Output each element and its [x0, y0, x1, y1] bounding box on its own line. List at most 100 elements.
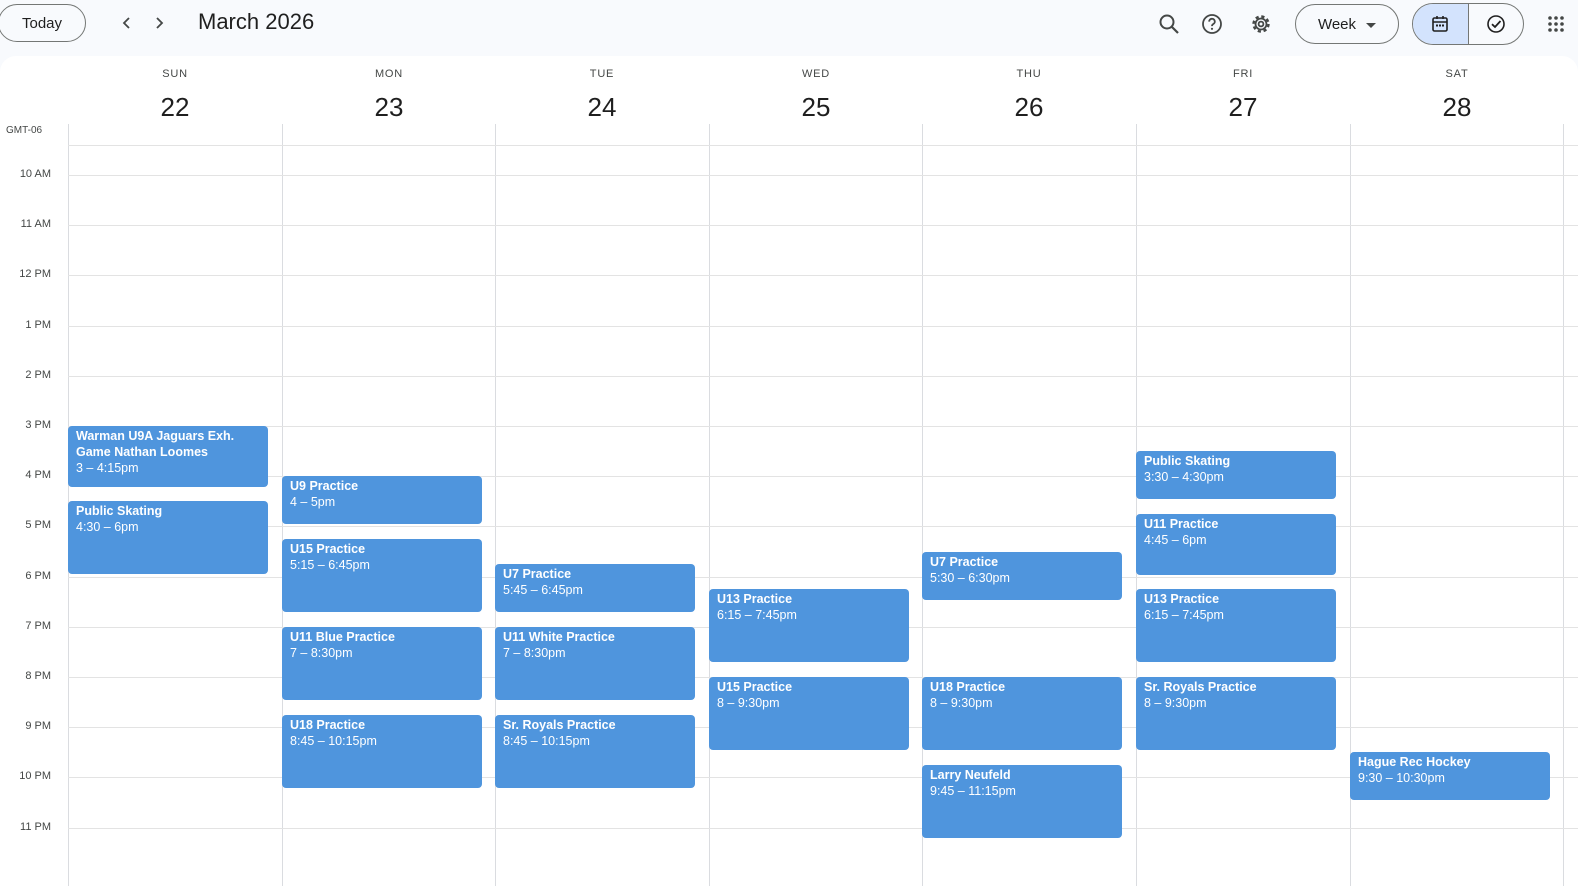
calendar-event[interactable]: U11 Blue Practice 7 – 8:30pm: [282, 627, 482, 700]
hour-label: 7 PM: [25, 620, 51, 632]
day-header[interactable]: SAT 28: [1350, 56, 1564, 136]
calendar-event[interactable]: U9 Practice 4 – 5pm: [282, 476, 482, 524]
day-header[interactable]: WED 25: [709, 56, 923, 136]
calendar-event[interactable]: U11 White Practice 7 – 8:30pm: [495, 627, 695, 700]
event-title: U13 Practice: [1144, 592, 1220, 606]
day-number[interactable]: 27: [1136, 92, 1350, 123]
event-time: 4 – 5pm: [290, 495, 336, 509]
event-time: 8:45 – 10:15pm: [290, 734, 377, 748]
event-time: 5:30 – 6:30pm: [930, 571, 1010, 585]
hour-gridline: [68, 275, 1578, 276]
event-title: U7 Practice: [503, 567, 572, 581]
event-time: 6:15 – 7:45pm: [1144, 608, 1224, 622]
event-title: U11 Blue Practice: [290, 630, 395, 644]
chevron-left-icon[interactable]: [112, 8, 142, 38]
view-label: Week: [1317, 15, 1357, 33]
event-time: 9:45 – 11:15pm: [930, 784, 1016, 798]
hour-label: 3 PM: [25, 419, 51, 431]
calendar-event[interactable]: Public Skating 3:30 – 4:30pm: [1136, 451, 1336, 499]
event-time: 9:30 – 10:30pm: [1358, 771, 1445, 785]
search-icon[interactable]: [1151, 6, 1187, 42]
event-title: U15 Practice: [290, 542, 366, 556]
calendar-event[interactable]: Warman U9A Jaguars Exh. Game Nathan Loom…: [68, 426, 268, 487]
calendar-event[interactable]: U7 Practice 5:45 – 6:45pm: [495, 564, 695, 612]
event-title: Sr. Royals Practice: [503, 718, 616, 732]
calendar-event[interactable]: U18 Practice 8 – 9:30pm: [922, 677, 1122, 750]
calendar-icon[interactable]: [1413, 4, 1469, 44]
calendar-event[interactable]: U15 Practice 8 – 9:30pm: [709, 677, 909, 750]
calendar-event[interactable]: Sr. Royals Practice 8 – 9:30pm: [1136, 677, 1336, 750]
help-icon[interactable]: [1194, 6, 1230, 42]
day-header[interactable]: THU 26: [922, 56, 1136, 136]
event-title: U18 Practice: [930, 680, 1006, 694]
day-number[interactable]: 26: [922, 92, 1136, 123]
day-column-divider: [1136, 124, 1137, 886]
today-button[interactable]: Today: [0, 4, 86, 42]
day-of-week-label: WED: [801, 68, 831, 80]
day-header[interactable]: MON 23: [282, 56, 496, 136]
hour-label: 11 PM: [20, 821, 51, 833]
task-check-icon[interactable]: [1469, 4, 1524, 44]
gear-icon[interactable]: [1243, 6, 1279, 42]
day-of-week-label: TUE: [589, 68, 615, 80]
event-title: Public Skating: [1144, 454, 1231, 468]
day-header[interactable]: TUE 24: [495, 56, 709, 136]
page-title: March 2026: [198, 9, 315, 34]
day-number[interactable]: 24: [495, 92, 709, 123]
calendar-event[interactable]: U13 Practice 6:15 – 7:45pm: [1136, 589, 1336, 662]
event-time: 8 – 9:30pm: [930, 696, 993, 710]
apps-grid-icon[interactable]: [1538, 6, 1574, 42]
event-title: Hague Rec Hockey: [1358, 755, 1471, 769]
event-title: U9 Practice: [290, 479, 359, 493]
day-column-divider: [1563, 124, 1564, 886]
hour-gridline: [68, 376, 1578, 377]
day-header[interactable]: SUN 22: [68, 56, 282, 136]
hour-label: 10 AM: [19, 168, 51, 180]
day-of-week-label: SUN: [162, 68, 188, 80]
day-number[interactable]: 25: [709, 92, 923, 123]
event-time: 5:45 – 6:45pm: [503, 583, 583, 597]
event-time: 8 – 9:30pm: [1144, 696, 1207, 710]
calendar-event[interactable]: U15 Practice 5:15 – 6:45pm: [282, 539, 482, 612]
day-of-week-label: THU: [1016, 68, 1042, 80]
calendar-event[interactable]: U18 Practice 8:45 – 10:15pm: [282, 715, 482, 788]
event-title: U15 Practice: [717, 680, 793, 694]
calendar-event[interactable]: Larry Neufeld 9:45 – 11:15pm: [922, 765, 1122, 838]
hour-gridline: [68, 326, 1578, 327]
hour-label: 12 PM: [19, 268, 51, 280]
day-column-divider: [709, 124, 710, 886]
hour-gridline: [68, 426, 1578, 427]
event-title: U13 Practice: [717, 592, 793, 606]
view-selector-button[interactable]: Week: [1295, 4, 1399, 44]
chevron-right-icon[interactable]: [144, 8, 174, 38]
hour-label: 6 PM: [25, 570, 51, 582]
hour-gridline: [68, 145, 1578, 146]
event-time: 4:45 – 6pm: [1144, 533, 1207, 547]
day-number[interactable]: 28: [1350, 92, 1564, 123]
hour-label: 9 PM: [25, 720, 51, 732]
calendar-event[interactable]: Hague Rec Hockey 9:30 – 10:30pm: [1350, 752, 1550, 800]
calendar-event[interactable]: Public Skating 4:30 – 6pm: [68, 501, 268, 574]
event-time: 3 – 4:15pm: [76, 461, 139, 475]
day-of-week-label: MON: [374, 68, 404, 80]
calendar-event[interactable]: Sr. Royals Practice 8:45 – 10:15pm: [495, 715, 695, 788]
day-header[interactable]: FRI 27: [1136, 56, 1350, 136]
event-title: Larry Neufeld: [930, 768, 1011, 782]
calendar-event[interactable]: U13 Practice 6:15 – 7:45pm: [709, 589, 909, 662]
event-title: U7 Practice: [930, 555, 999, 569]
hour-label: 4 PM: [25, 469, 51, 481]
event-time: 5:15 – 6:45pm: [290, 558, 370, 572]
hour-gridline: [68, 175, 1578, 176]
hour-label: 11 AM: [20, 218, 51, 230]
day-number[interactable]: 22: [68, 92, 282, 123]
dropdown-caret-icon: [1366, 16, 1377, 33]
day-of-week-label: SAT: [1445, 68, 1469, 80]
hour-label: 5 PM: [25, 519, 51, 531]
event-title: Sr. Royals Practice: [1144, 680, 1257, 694]
event-time: 7 – 8:30pm: [290, 646, 353, 660]
top-bar: Today March 2026 Week: [0, 0, 1578, 52]
day-number[interactable]: 23: [282, 92, 496, 123]
calendar-event[interactable]: U11 Practice 4:45 – 6pm: [1136, 514, 1336, 575]
hour-gridline: [68, 225, 1578, 226]
calendar-event[interactable]: U7 Practice 5:30 – 6:30pm: [922, 552, 1122, 600]
